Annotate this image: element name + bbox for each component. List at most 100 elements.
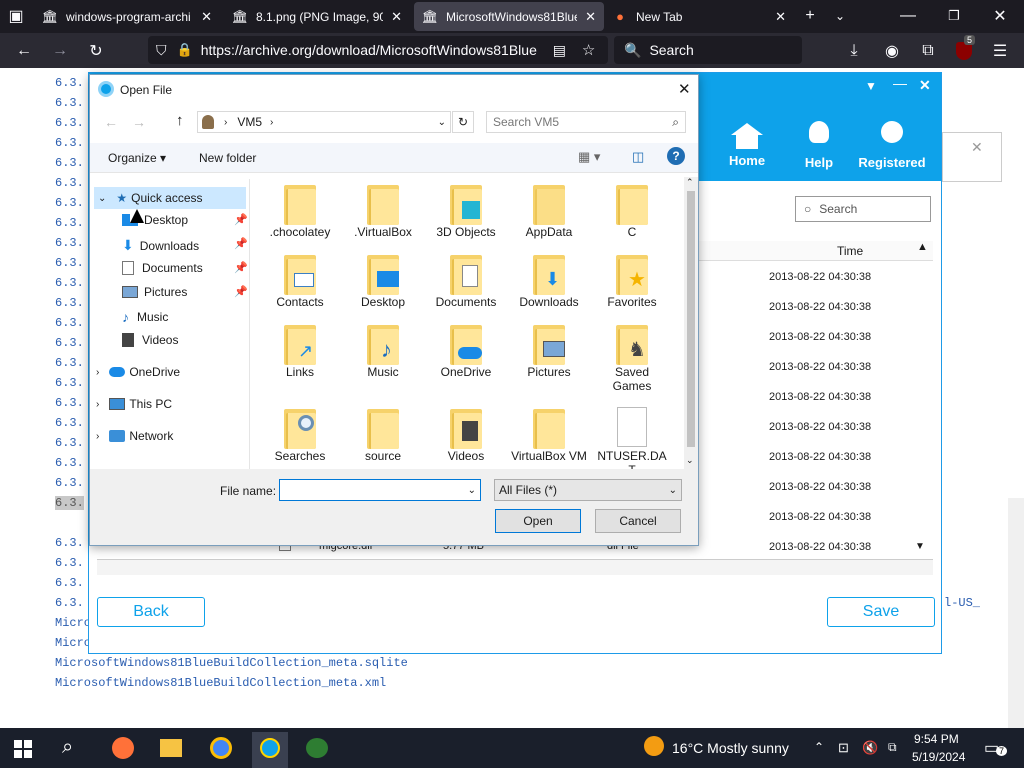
close-tab-icon[interactable]: ✕ bbox=[775, 9, 786, 25]
folder-item[interactable]: Desktop bbox=[345, 253, 421, 309]
chevron-right-icon[interactable]: › bbox=[96, 399, 99, 410]
folder-item[interactable]: Videos bbox=[428, 407, 504, 463]
close-tab-icon[interactable]: ✕ bbox=[201, 9, 212, 25]
close-tab-icon[interactable]: ✕ bbox=[585, 9, 596, 25]
scroll-down-icon[interactable]: ▼ bbox=[915, 541, 925, 552]
folder-item[interactable]: Contacts bbox=[262, 253, 338, 309]
refresh-button[interactable]: ↻ bbox=[452, 111, 474, 133]
tab-overflow-icon[interactable]: ⌄ bbox=[826, 2, 854, 30]
home-button[interactable]: Home bbox=[727, 123, 767, 168]
code-line[interactable]: 6.3. bbox=[55, 356, 84, 370]
file-link[interactable]: MicrosoftWindows81BlueBuildCollection_me… bbox=[55, 656, 408, 670]
back-button[interactable]: Back bbox=[97, 597, 205, 627]
chevron-down-icon[interactable]: ⌄ bbox=[669, 485, 677, 496]
folder-item[interactable]: .VirtualBox bbox=[345, 183, 421, 239]
horizontal-scrollbar[interactable] bbox=[97, 559, 933, 575]
scroll-thumb[interactable] bbox=[687, 191, 695, 447]
app-logo-icon[interactable] bbox=[260, 738, 280, 758]
folder-item[interactable]: ⬇ Downloads bbox=[511, 253, 587, 309]
browser-tab-1[interactable]: 🏛 windows-program-archi ✕ bbox=[34, 0, 220, 33]
clock-time[interactable]: 9:54 PM bbox=[914, 732, 959, 746]
firefox-icon[interactable] bbox=[112, 737, 134, 759]
forward-arrow-icon[interactable]: → bbox=[46, 37, 74, 65]
pin-icon[interactable]: 📌 bbox=[234, 237, 248, 250]
code-line-highlighted[interactable]: 6.3. bbox=[55, 496, 84, 510]
extensions-icon[interactable]: ⧉ bbox=[914, 37, 942, 65]
folder-item[interactable]: .chocolatey bbox=[262, 183, 338, 239]
app-menu-icon[interactable]: ▼ bbox=[865, 79, 877, 93]
language-icon[interactable]: ⧉ bbox=[888, 740, 897, 755]
up-arrow-icon[interactable]: ↑ bbox=[176, 112, 184, 129]
pin-icon[interactable]: 📌 bbox=[234, 261, 248, 274]
time-column-header[interactable]: Time bbox=[837, 244, 863, 258]
url-text[interactable]: https://archive.org/download/MicrosoftWi… bbox=[201, 42, 541, 58]
download-icon[interactable]: ⤓ bbox=[840, 37, 868, 65]
code-line[interactable]: 6.3. bbox=[55, 436, 84, 450]
file-name-input[interactable]: ⌄ bbox=[279, 479, 481, 501]
chevron-down-icon[interactable]: ⌄ bbox=[98, 193, 106, 204]
address-bar[interactable]: › VM5 › ⌄ bbox=[197, 111, 451, 133]
code-line[interactable]: 6.3. bbox=[55, 116, 84, 130]
code-line[interactable]: 6.3. bbox=[55, 196, 84, 210]
code-line[interactable]: 6.3. bbox=[55, 536, 84, 550]
app-minimize-icon[interactable]: — bbox=[893, 75, 907, 91]
code-line[interactable]: 6.3. bbox=[55, 476, 84, 490]
scroll-up-icon[interactable]: ⌃ bbox=[686, 177, 694, 188]
file-link[interactable]: l-US_ bbox=[944, 596, 980, 610]
organize-button[interactable]: Organize ▾ bbox=[108, 151, 166, 165]
restore-icon[interactable]: ❐ bbox=[940, 2, 968, 30]
app-close-icon[interactable]: ✕ bbox=[919, 77, 931, 94]
folder-item[interactable]: 3D Objects bbox=[428, 183, 504, 239]
app-search-input[interactable]: ○ Search bbox=[795, 196, 931, 222]
folder-item[interactable]: ↗ Links bbox=[262, 323, 338, 379]
code-line[interactable]: 6.3. bbox=[55, 416, 84, 430]
nav-downloads[interactable]: ⬇ Downloads bbox=[122, 237, 199, 254]
nav-videos[interactable]: Videos bbox=[122, 333, 178, 347]
new-tab-icon[interactable]: + bbox=[796, 2, 824, 30]
folder-item[interactable]: source bbox=[345, 407, 421, 463]
shield-icon[interactable]: ⛉ bbox=[156, 42, 167, 59]
cancel-button[interactable]: Cancel bbox=[595, 509, 681, 533]
volume-icon[interactable]: 🔇 bbox=[862, 740, 878, 756]
search-icon[interactable]: ⌕ bbox=[62, 736, 73, 759]
registered-button[interactable]: Registered bbox=[857, 121, 927, 170]
chevron-down-icon[interactable]: ⌄ bbox=[468, 485, 476, 496]
chevron-down-icon[interactable]: ⌄ bbox=[438, 117, 446, 128]
code-line[interactable]: 6.3. bbox=[55, 376, 84, 390]
code-line[interactable]: 6.3. bbox=[55, 576, 84, 590]
open-button[interactable]: Open bbox=[495, 509, 581, 533]
tab-list-icon[interactable]: ▣ bbox=[2, 2, 30, 30]
folder-item[interactable]: ♞ Saved Games bbox=[594, 323, 670, 393]
app-icon[interactable] bbox=[306, 738, 328, 758]
pin-icon[interactable]: 📌 bbox=[234, 285, 248, 298]
folder-item[interactable]: ★ Favorites bbox=[594, 253, 670, 309]
folder-item[interactable]: Pictures bbox=[511, 323, 587, 379]
preview-pane-icon[interactable]: ◫ bbox=[632, 149, 644, 165]
code-line[interactable]: 6.3. bbox=[55, 316, 84, 330]
file-item[interactable]: NTUSER.DA T bbox=[594, 407, 670, 469]
chevron-right-icon[interactable]: › bbox=[96, 431, 99, 442]
url-bar[interactable]: ⛉ 🔒 https://archive.org/download/Microso… bbox=[148, 36, 608, 64]
scroll-down-icon[interactable]: ⌄ bbox=[686, 455, 694, 466]
folder-item[interactable]: ♪ Music bbox=[345, 323, 421, 379]
folder-item[interactable]: AppData bbox=[511, 183, 587, 239]
code-line[interactable]: 6.3. bbox=[55, 176, 84, 190]
code-line[interactable]: 6.3. bbox=[55, 96, 84, 110]
menu-icon[interactable]: ☰ bbox=[986, 37, 1014, 65]
code-line[interactable]: 6.3. bbox=[55, 296, 84, 310]
folder-item[interactable]: Documents bbox=[428, 253, 504, 309]
code-line[interactable]: 6.3. bbox=[55, 456, 84, 470]
close-window-icon[interactable]: ✕ bbox=[986, 2, 1014, 30]
nav-quick-access[interactable]: ⌄ ★ Quick access bbox=[94, 187, 246, 209]
chevron-right-icon[interactable]: › bbox=[96, 367, 99, 378]
nav-this-pc[interactable]: › This PC bbox=[96, 397, 172, 411]
dialog-close-icon[interactable]: ✕ bbox=[678, 80, 691, 98]
folder-item[interactable]: C bbox=[594, 183, 670, 239]
file-grid-scrollbar[interactable]: ⌃ ⌄ bbox=[684, 177, 698, 469]
nav-onedrive[interactable]: › OneDrive bbox=[96, 365, 180, 379]
code-line[interactable]: 6.3. bbox=[55, 336, 84, 350]
minimize-icon[interactable]: — bbox=[894, 2, 922, 30]
start-icon[interactable] bbox=[14, 740, 32, 758]
close-tab-icon[interactable]: ✕ bbox=[391, 9, 402, 25]
clock-date[interactable]: 5/19/2024 bbox=[912, 750, 965, 764]
